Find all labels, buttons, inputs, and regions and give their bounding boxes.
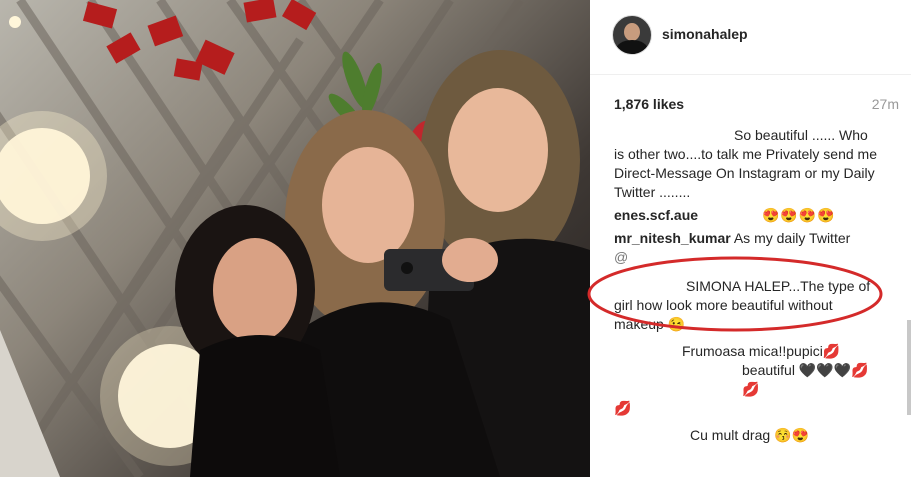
post-sidebar: simonahalep 1,876 likes 27m So beautiful… bbox=[590, 0, 911, 477]
selfie-illustration bbox=[0, 0, 590, 477]
avatar-face bbox=[624, 23, 640, 41]
comment-2: enes.scf.aue 😍😍😍😍 bbox=[614, 206, 884, 225]
post-header: simonahalep bbox=[590, 0, 911, 75]
post-timestamp[interactable]: 27m bbox=[872, 96, 899, 112]
comment-1-line2: is other two....to talk me Privately sen… bbox=[614, 145, 884, 202]
comment-text: Frumoasa mica!!pupici💋 bbox=[682, 343, 841, 359]
comment-text: is other two....to talk me Privately sen… bbox=[614, 146, 877, 200]
comment-5: Frumoasa mica!!pupici💋 bbox=[614, 342, 884, 361]
comment-7: Cu mult drag 😚😍 bbox=[614, 426, 884, 445]
comment-text: 💋 bbox=[614, 400, 632, 416]
comments-scrollbar[interactable] bbox=[907, 320, 911, 415]
comment-4: SIMONA HALEP...The type of girl how look… bbox=[614, 277, 884, 334]
comment-text: Cu mult drag 😚😍 bbox=[690, 427, 809, 443]
comment-text: beautiful 🖤🖤🖤💋💋 bbox=[742, 362, 869, 397]
comment-3: mr_nitesh_kumar As my daily Twitter @ bbox=[614, 229, 884, 267]
comment-6-line2: 💋 bbox=[614, 399, 884, 418]
avatar-body bbox=[616, 40, 648, 54]
comment-text: 😍😍😍😍 bbox=[761, 207, 836, 223]
comment-6: beautiful 🖤🖤🖤💋💋 bbox=[614, 361, 884, 399]
comment-text: As my daily Twitter bbox=[733, 230, 851, 246]
post-username[interactable]: simonahalep bbox=[662, 26, 748, 42]
comment-text: SIMONA HALEP...The type of girl how look… bbox=[614, 278, 871, 332]
comment-1-line1: So beautiful ...... Who bbox=[614, 126, 884, 145]
comment-text: So beautiful ...... Who bbox=[734, 127, 868, 143]
comment-mention[interactable]: @ bbox=[614, 249, 628, 265]
post-photo[interactable] bbox=[0, 0, 590, 477]
profile-avatar[interactable] bbox=[612, 15, 652, 55]
likes-count[interactable]: 1,876 likes bbox=[614, 96, 684, 112]
comment-username[interactable]: enes.scf.aue bbox=[614, 207, 698, 223]
comment-username[interactable]: mr_nitesh_kumar bbox=[614, 230, 731, 246]
comments-list: So beautiful ...... Who is other two....… bbox=[614, 126, 884, 445]
